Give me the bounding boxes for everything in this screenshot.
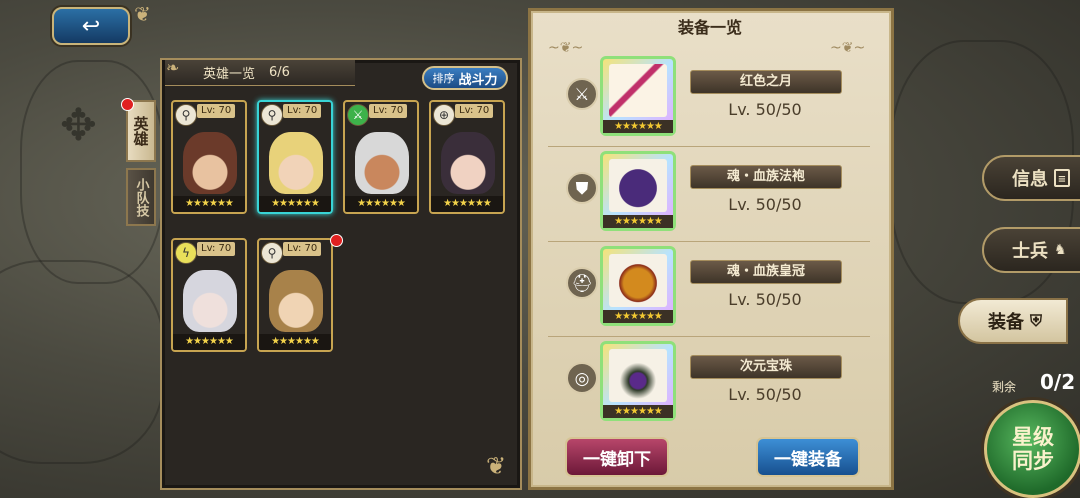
unequip-all-button[interactable]: 一键卸下 xyxy=(565,437,669,477)
equipment-item-card[interactable]: ★★★★★★ xyxy=(600,341,676,421)
item-name: 魂・血族皇冠 xyxy=(690,260,842,284)
sort-prefix: 排序 xyxy=(432,72,455,85)
hero-stars: ★★★★★★ xyxy=(259,334,331,350)
ornament-icon: ❦ xyxy=(134,2,151,26)
hero-stars: ★★★★★★ xyxy=(173,334,245,350)
ornament-icon: ❦ xyxy=(486,452,507,480)
map-decoration xyxy=(0,260,164,464)
equip-all-button[interactable]: 一键装备 xyxy=(756,437,860,477)
remaining-value: 0/2 xyxy=(1040,370,1076,394)
item-level: Lv. 50/50 xyxy=(728,385,802,404)
hero-count: 6/6 xyxy=(269,65,290,80)
equipment-title: 装备一览 xyxy=(677,18,742,37)
ring-icon: ◎ xyxy=(566,362,598,394)
item-image xyxy=(609,159,667,212)
item-level: Lv. 50/50 xyxy=(728,290,802,309)
hero-stars: ★★★★★★ xyxy=(345,196,417,212)
notification-dot xyxy=(121,98,134,111)
remaining-label: 剩余 xyxy=(992,380,1017,394)
armor-icon: ⛊ xyxy=(566,172,598,204)
hero-stars: ★★★★★★ xyxy=(259,196,331,212)
equipment-item-card[interactable]: ★★★★★★ xyxy=(600,56,676,136)
ornament-icon: ~❦~ xyxy=(830,40,866,56)
hero-level: Lv: 70 xyxy=(369,104,408,118)
hero-card[interactable]: ϟ Lv: 70 ★★★★★★ xyxy=(171,238,247,352)
item-name: 次元宝珠 xyxy=(690,355,842,379)
ornament-icon: ❧ xyxy=(166,58,180,77)
back-arrow-icon: ↩ xyxy=(81,13,101,39)
item-stars: ★★★★★★ xyxy=(603,310,673,323)
back-button[interactable]: ↩ xyxy=(52,7,130,45)
hero-level: Lv: 70 xyxy=(283,242,322,256)
magnifier-icon: ⚲ xyxy=(175,104,197,126)
magnifier-icon: ⚲ xyxy=(261,242,283,264)
item-name: 红色之月 xyxy=(690,70,842,94)
hero-portrait xyxy=(269,270,323,332)
info-button[interactable]: 信息 ≡ xyxy=(982,155,1080,201)
equipment-item-card[interactable]: ★★★★★★ xyxy=(600,151,676,231)
sort-button[interactable]: 排序 战斗力 xyxy=(422,66,508,90)
item-image xyxy=(609,64,667,117)
lightning-icon: ϟ xyxy=(175,242,197,264)
document-icon: ≡ xyxy=(1054,169,1070,187)
soldier-button[interactable]: 士兵 ♞ xyxy=(982,227,1080,273)
star-sync-button[interactable]: 星级 同步 xyxy=(984,400,1080,498)
ornament-icon: ~❦~ xyxy=(548,40,584,56)
hero-level: Lv: 70 xyxy=(455,104,494,118)
equipment-item-card[interactable]: ★★★★★★ xyxy=(600,246,676,326)
hero-list-title: 英雄一览 xyxy=(203,67,256,82)
helmet-icon: ⛑ xyxy=(566,267,598,299)
hero-level: Lv: 70 xyxy=(197,104,236,118)
item-image xyxy=(609,254,667,307)
divider xyxy=(548,241,870,242)
equipment-tab-label: 装备 xyxy=(988,312,1024,333)
tab-squad-skill-label: 小队技 xyxy=(133,177,149,217)
sword-icon: ⚔ xyxy=(566,78,598,110)
sort-value: 战斗力 xyxy=(458,72,498,88)
star-sync-label-1: 星级 xyxy=(1012,425,1054,449)
hero-level: Lv: 70 xyxy=(197,242,236,256)
item-stars: ★★★★★★ xyxy=(603,120,673,133)
magnifier-icon: ⚲ xyxy=(261,104,283,126)
star-sync-label-2: 同步 xyxy=(1012,449,1054,473)
compass-icon: ✥ xyxy=(60,100,97,151)
hero-stars: ★★★★★★ xyxy=(431,196,503,212)
soldier-label: 士兵 xyxy=(1012,241,1048,262)
hero-list-header: 英雄一览 6/6 xyxy=(165,60,355,86)
shield-sword-icon: ⛨ xyxy=(1030,311,1043,330)
hero-portrait xyxy=(355,132,409,194)
tab-heroes-label: 英雄 xyxy=(131,116,150,146)
hero-card[interactable]: ⚲ Lv: 70 ★★★★★★ xyxy=(171,100,247,214)
divider xyxy=(548,336,870,337)
item-level: Lv. 50/50 xyxy=(728,195,802,214)
item-name: 魂・血族法袍 xyxy=(690,165,842,189)
hero-card[interactable]: ⚲ Lv: 70 ★★★★★★ xyxy=(257,100,333,214)
soldier-icon: ♞ xyxy=(1054,242,1067,258)
item-level: Lv. 50/50 xyxy=(728,100,802,119)
hero-portrait xyxy=(183,270,237,332)
hero-card[interactable]: ⚲ Lv: 70 ★★★★★★ xyxy=(257,238,333,352)
hero-portrait xyxy=(183,132,237,194)
sword-icon: ⚔ xyxy=(347,104,369,126)
crosshair-icon: ⊕ xyxy=(433,104,455,126)
hero-portrait xyxy=(269,132,323,194)
item-image xyxy=(609,349,667,402)
hero-portrait xyxy=(441,132,495,194)
hero-stars: ★★★★★★ xyxy=(173,196,245,212)
hero-level: Lv: 70 xyxy=(283,104,322,118)
info-label: 信息 xyxy=(1012,169,1048,190)
notification-dot xyxy=(330,234,343,247)
divider xyxy=(548,146,870,147)
tab-squad-skill[interactable]: 小队技 xyxy=(126,168,156,226)
equipment-tab-button[interactable]: 装备 ⛨ xyxy=(958,298,1068,344)
hero-card[interactable]: ⚔ Lv: 70 ★★★★★★ xyxy=(343,100,419,214)
item-stars: ★★★★★★ xyxy=(603,405,673,418)
hero-card[interactable]: ⊕ Lv: 70 ★★★★★★ xyxy=(429,100,505,214)
item-stars: ★★★★★★ xyxy=(603,215,673,228)
